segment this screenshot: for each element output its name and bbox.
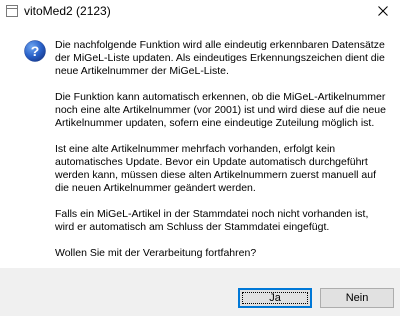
close-button[interactable] bbox=[366, 0, 400, 22]
message-paragraph-2: Die Funktion kann automatisch erkennen, … bbox=[55, 91, 386, 129]
question-icon: ? bbox=[24, 40, 46, 62]
app-icon bbox=[6, 5, 18, 17]
message-paragraph-5: Wollen Sie mit der Verarbeitung fortfahr… bbox=[55, 247, 257, 259]
yes-button-label: Ja bbox=[269, 292, 281, 304]
dialog-content: ? Die nachfolgende Funktion wird alle ei… bbox=[0, 22, 400, 268]
button-bar: Ja Nein bbox=[0, 268, 400, 316]
no-button-label: Nein bbox=[345, 292, 369, 304]
message-text: Die nachfolgende Funktion wird alle eind… bbox=[55, 39, 395, 273]
message-paragraph-1: Die nachfolgende Funktion wird alle eind… bbox=[55, 39, 385, 77]
yes-button[interactable]: Ja bbox=[238, 288, 312, 308]
message-dialog: vitoMed2 (2123) ? Die nachfolgende Funkt… bbox=[0, 0, 400, 316]
title-bar: vitoMed2 (2123) bbox=[0, 0, 400, 22]
message-paragraph-3: Ist eine alte Artikelnummer mehrfach vor… bbox=[55, 143, 376, 194]
no-button[interactable]: Nein bbox=[320, 288, 394, 308]
close-icon bbox=[378, 6, 388, 16]
svg-text:?: ? bbox=[31, 43, 40, 59]
window-title: vitoMed2 (2123) bbox=[24, 4, 111, 18]
message-paragraph-4: Falls ein MiGeL-Artikel in der Stammdate… bbox=[55, 208, 369, 233]
